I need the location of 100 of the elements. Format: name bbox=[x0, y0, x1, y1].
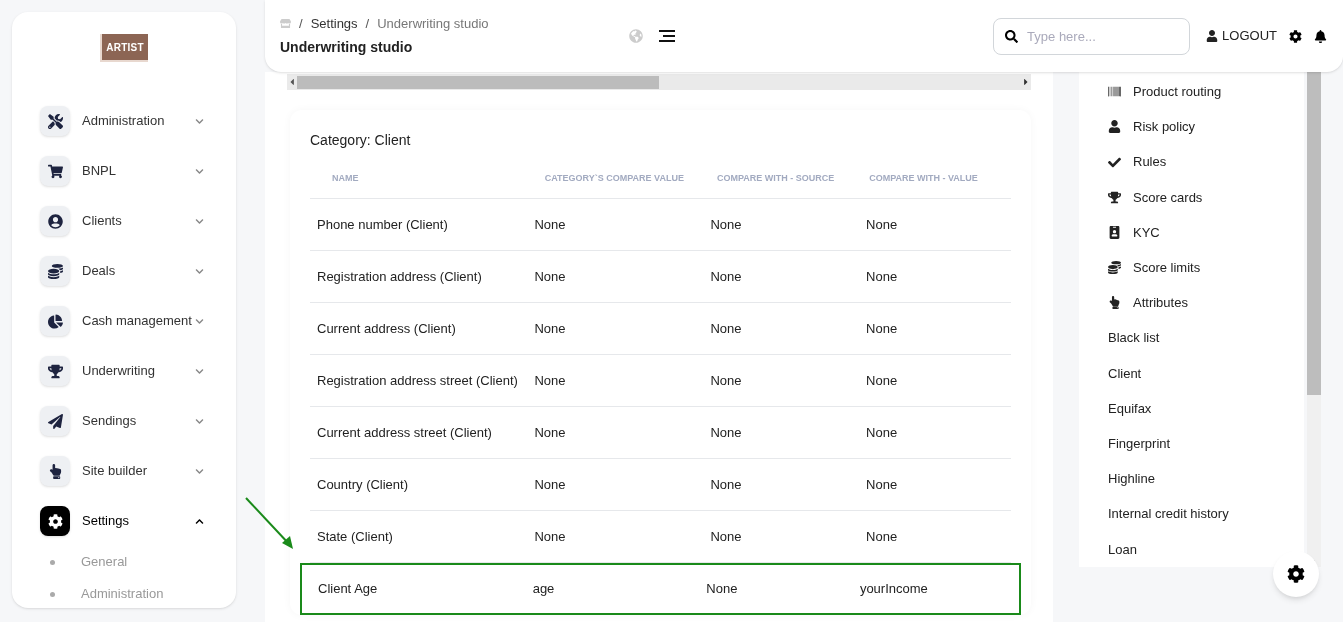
breadcrumb-separator: / bbox=[299, 14, 303, 33]
panel-item[interactable]: Rules bbox=[1108, 144, 1167, 180]
panel-item[interactable]: Internal credit history bbox=[1108, 496, 1229, 532]
logo[interactable]: ARTIST bbox=[100, 34, 148, 62]
column-header: NAME bbox=[332, 171, 360, 185]
trophy-icon bbox=[1108, 190, 1121, 204]
sidebar-item[interactable]: Deals bbox=[12, 246, 236, 296]
table-cell-text: Current address street (Client) bbox=[317, 423, 493, 442]
table-cell-text: Phone number (Client) bbox=[317, 215, 449, 234]
chevron-up-icon bbox=[195, 516, 204, 526]
coins-icon bbox=[1108, 261, 1121, 275]
sidebar-item[interactable]: Site builder bbox=[12, 446, 236, 496]
breadcrumb-separator: / bbox=[365, 14, 370, 33]
sidebar-item[interactable]: Clients bbox=[12, 196, 236, 246]
table-cell-text: None bbox=[866, 423, 899, 442]
table-cell-text: None bbox=[534, 527, 567, 546]
barcode-icon bbox=[1108, 85, 1121, 99]
table-cell-text: State (Client) bbox=[317, 527, 394, 546]
column-header: CATEGORY`S COMPARE VALUE bbox=[544, 171, 685, 185]
horizontal-scrollbar[interactable] bbox=[287, 74, 1031, 90]
table-cell-text: None bbox=[534, 423, 567, 442]
table-cell-text: age bbox=[532, 580, 556, 599]
trophy-icon bbox=[40, 356, 70, 386]
id-card-icon bbox=[1108, 226, 1121, 239]
vertical-scrollbar[interactable] bbox=[1307, 72, 1321, 567]
panel-item[interactable]: Black list bbox=[1108, 320, 1160, 356]
breadcrumb-item[interactable]: Settings bbox=[310, 13, 358, 34]
user-icon bbox=[1206, 30, 1219, 42]
chevron-down-icon bbox=[195, 116, 204, 126]
chevron-down-icon bbox=[195, 416, 204, 426]
user-icon bbox=[40, 206, 70, 236]
breadcrumb-item[interactable]: Underwriting studio bbox=[377, 13, 489, 34]
panel-item[interactable]: Attributes bbox=[1108, 285, 1188, 321]
table-cell-text: None bbox=[710, 319, 743, 338]
settings-icon bbox=[1287, 565, 1305, 583]
table-cell-text: None bbox=[534, 319, 567, 338]
settings-button[interactable] bbox=[1273, 551, 1319, 597]
chevron-down-icon bbox=[195, 466, 204, 476]
table-cell-text: None bbox=[866, 475, 899, 494]
panel-item[interactable]: Score cards bbox=[1108, 179, 1203, 215]
chevron-down-icon bbox=[195, 216, 204, 226]
cart-icon bbox=[40, 156, 70, 186]
menu-icon[interactable] bbox=[658, 30, 675, 42]
sidebar-item[interactable]: Administration bbox=[12, 96, 236, 146]
coins-icon bbox=[40, 256, 70, 286]
settings-icon[interactable] bbox=[1289, 29, 1302, 43]
search-field[interactable]: Type here... bbox=[993, 17, 1191, 55]
chevron-down-icon bbox=[195, 166, 204, 176]
table-cell-text: None bbox=[534, 215, 567, 234]
hand-pointer-icon bbox=[40, 456, 70, 486]
table-cell-text: None bbox=[866, 319, 899, 338]
panel-item[interactable]: Client bbox=[1108, 355, 1142, 391]
chevron-down-icon bbox=[195, 266, 204, 276]
table-cell-text: Client Age bbox=[318, 580, 379, 599]
panel-item[interactable]: Highline bbox=[1108, 461, 1155, 497]
settings-icon bbox=[40, 506, 70, 536]
bell-icon[interactable] bbox=[1314, 29, 1327, 43]
table-cell-text: None bbox=[710, 371, 743, 390]
table-cell-text: None bbox=[710, 267, 743, 286]
sidebar-item[interactable]: Sendings bbox=[12, 396, 236, 446]
pie-chart-icon bbox=[40, 306, 70, 336]
table-cell-text: Registration address (Client) bbox=[317, 267, 483, 286]
bullet-icon bbox=[50, 559, 55, 565]
panel-item[interactable]: Score limits bbox=[1108, 250, 1201, 286]
panel-item[interactable]: Loan bbox=[1108, 531, 1137, 568]
table-cell-text: None bbox=[534, 475, 567, 494]
sidebar-item[interactable]: Settings bbox=[12, 496, 236, 546]
sidebar-item[interactable]: BNPL bbox=[12, 146, 236, 196]
panel-item[interactable]: KYC bbox=[1108, 214, 1160, 251]
table-cell-text: Current address (Client) bbox=[317, 319, 457, 338]
chevron-down-icon bbox=[195, 366, 204, 376]
table-cell-text: None bbox=[534, 267, 567, 286]
table-cell-text: yourIncome bbox=[859, 580, 929, 599]
panel-item[interactable]: Fingerprint bbox=[1108, 426, 1171, 462]
sidebar-item[interactable]: Cash management bbox=[12, 296, 236, 346]
table-cell-text: None bbox=[534, 371, 567, 390]
chevron-down-icon bbox=[195, 316, 204, 326]
card-title: Category: Client bbox=[310, 131, 412, 150]
paper-plane-icon bbox=[40, 406, 70, 436]
column-header: COMPARE WITH - SOURCE bbox=[716, 171, 836, 185]
sidebar-item[interactable]: Underwriting bbox=[12, 346, 236, 396]
panel-item[interactable]: Risk policy bbox=[1108, 109, 1196, 145]
table-cell-text: None bbox=[710, 215, 743, 234]
page-title: Underwriting studio bbox=[280, 38, 414, 58]
table-cell-text: None bbox=[866, 371, 899, 390]
table-cell-text: None bbox=[706, 580, 739, 599]
tools-icon bbox=[40, 106, 70, 136]
check-icon bbox=[1108, 155, 1121, 169]
column-header: COMPARE WITH - VALUE bbox=[869, 171, 979, 185]
table-cell-text: None bbox=[866, 215, 899, 234]
table-cell-text: None bbox=[710, 527, 743, 546]
panel-item[interactable]: Product routing bbox=[1108, 74, 1222, 110]
table-cell-text: Country (Client) bbox=[317, 475, 410, 494]
table-cell-text: Registration address street (Client) bbox=[317, 371, 519, 390]
user-icon bbox=[1108, 120, 1121, 134]
hand-pointer-icon bbox=[1108, 296, 1121, 310]
table-cell-text: None bbox=[710, 475, 743, 494]
panel-item[interactable]: Equifax bbox=[1108, 390, 1152, 427]
logout-button[interactable]: LOGOUT bbox=[1206, 26, 1277, 46]
search-icon bbox=[1005, 29, 1019, 43]
